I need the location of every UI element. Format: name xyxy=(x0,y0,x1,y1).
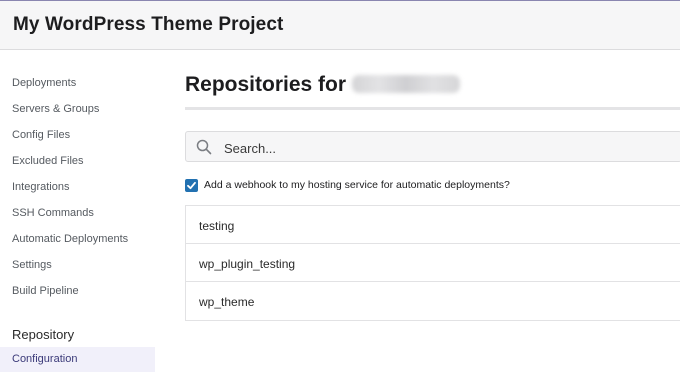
sidebar-section-repository: Repository xyxy=(12,327,75,342)
page-title: Repositories for xyxy=(185,73,461,97)
webhook-checkbox[interactable] xyxy=(185,179,198,192)
search-input[interactable] xyxy=(222,137,666,159)
page-title-text: Repositories for xyxy=(185,73,347,96)
sidebar-item-configuration[interactable]: Configuration xyxy=(0,347,155,372)
search-icon xyxy=(196,139,212,155)
repository-name: testing xyxy=(199,219,235,233)
sidebar-item-config-files[interactable]: Config Files xyxy=(12,129,70,141)
sidebar-item-ssh-commands[interactable]: SSH Commands xyxy=(12,207,94,219)
project-title: My WordPress Theme Project xyxy=(13,14,284,35)
repository-item[interactable]: wp_theme xyxy=(186,282,680,320)
sidebar-item-configuration-label: Configuration xyxy=(12,353,78,365)
repository-item[interactable]: wp_plugin_testing xyxy=(186,244,680,282)
sidebar-item-servers-groups[interactable]: Servers & Groups xyxy=(12,103,99,115)
app-header: My WordPress Theme Project xyxy=(0,1,680,50)
repository-name: wp_plugin_testing xyxy=(199,257,296,271)
sidebar-item-deployments[interactable]: Deployments xyxy=(12,77,76,89)
sidebar-item-build-pipeline[interactable]: Build Pipeline xyxy=(12,285,79,297)
sidebar: Deployments Servers & Groups Config File… xyxy=(0,50,160,377)
blurred-username xyxy=(352,75,461,93)
sidebar-item-integrations[interactable]: Integrations xyxy=(12,181,69,193)
checkmark-icon xyxy=(187,181,196,190)
main-content: Repositories for Add a webhook to my hos… xyxy=(185,50,680,377)
sidebar-item-settings[interactable]: Settings xyxy=(12,259,52,271)
webhook-checkbox-label: Add a webhook to my hosting service for … xyxy=(204,179,510,191)
repository-item[interactable]: testing xyxy=(186,206,680,244)
repository-list: testing wp_plugin_testing wp_theme xyxy=(185,205,680,321)
repository-name: wp_theme xyxy=(199,295,255,309)
sidebar-item-excluded-files[interactable]: Excluded Files xyxy=(12,155,84,167)
title-divider xyxy=(185,107,680,110)
repository-search xyxy=(185,131,680,162)
sidebar-item-automatic-deployments[interactable]: Automatic Deployments xyxy=(12,233,128,245)
